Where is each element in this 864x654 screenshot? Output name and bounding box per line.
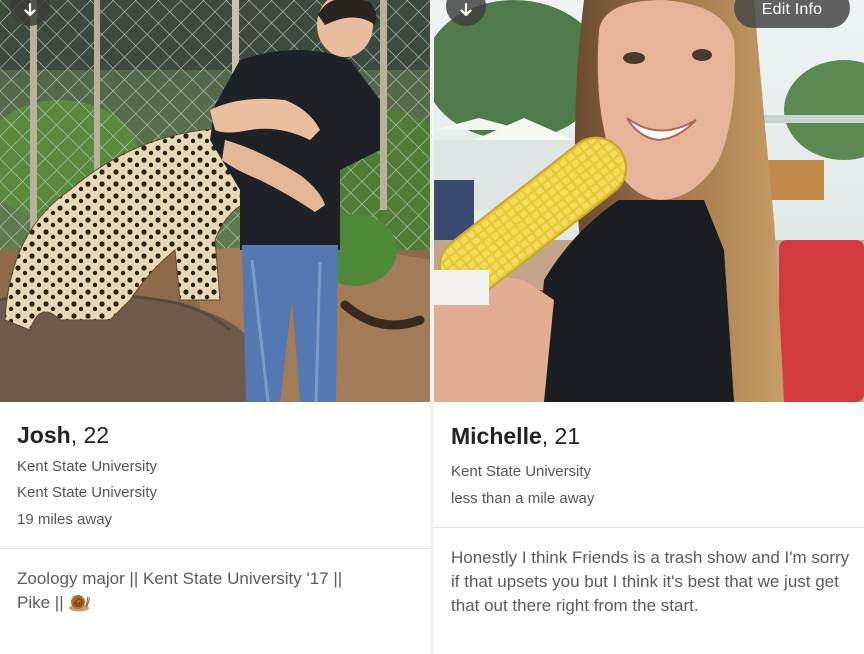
profile-age: , 21 — [541, 423, 581, 449]
section-divider — [0, 548, 430, 549]
profile-comparison-screen: Josh, 22 Kent State University Kent Stat… — [0, 0, 864, 654]
profile-photo-josh[interactable] — [0, 0, 430, 402]
profile-school: Kent State University — [17, 458, 158, 475]
profile-bio: Honestly I think Friends is a trash show… — [451, 548, 850, 615]
snail-icon — [69, 595, 91, 612]
profile-school-secondary: Kent State University — [17, 484, 158, 501]
profile-age: , 22 — [70, 422, 110, 448]
profile-bio-line2-text: Pike || — [17, 593, 64, 612]
profile-info-josh: Josh, 22 Kent State University Kent Stat… — [0, 402, 430, 654]
profile-photo-michelle[interactable] — [434, 0, 864, 402]
profile-distance: 19 miles away — [17, 511, 113, 528]
photo-corn-selfie — [434, 0, 864, 402]
edit-info-button[interactable]: Edit Info — [734, 0, 850, 28]
arrow-down-icon — [460, 3, 472, 17]
profile-school: Kent State University — [451, 463, 592, 480]
profile-card-josh: Josh, 22 Kent State University Kent Stat… — [0, 0, 430, 654]
profile-distance: less than a mile away — [451, 490, 595, 507]
profile-bio-line2: Pike || — [17, 591, 417, 615]
section-divider — [434, 527, 864, 528]
profile-name: Josh — [17, 422, 71, 448]
profile-name: Michelle — [451, 423, 542, 449]
photo-leopard-scene — [0, 0, 430, 402]
profile-bio-line1: Zoology major || Kent State University '… — [17, 569, 343, 588]
arrow-down-icon — [24, 3, 36, 17]
profile-info-michelle: Michelle, 21 Kent State University less … — [434, 402, 864, 654]
profile-bio: Zoology major || Kent State University '… — [17, 567, 417, 615]
profile-name-age: Josh, 22 — [17, 422, 109, 449]
profile-name-age: Michelle, 21 — [451, 423, 580, 450]
profile-card-michelle: Edit Info Michelle, 21 Kent State Univer… — [434, 0, 864, 654]
